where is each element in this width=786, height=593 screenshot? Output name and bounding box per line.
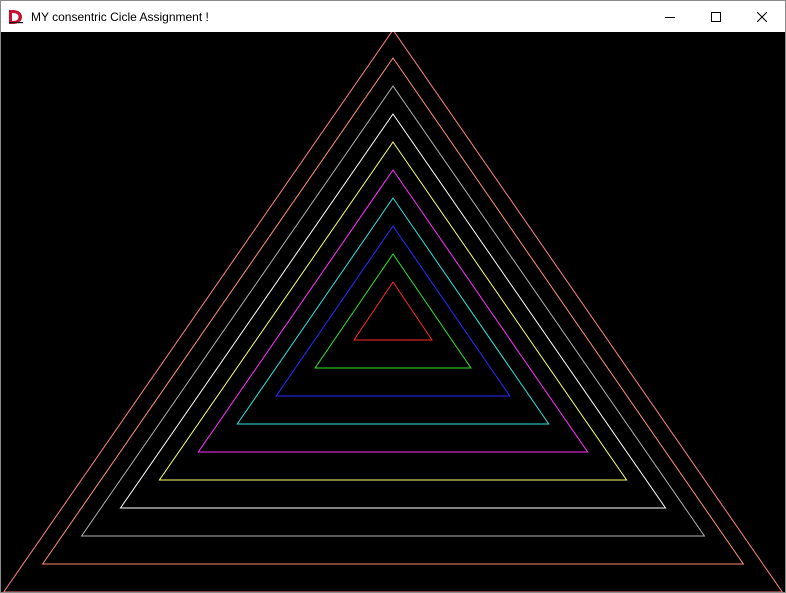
triangle-2 — [314, 253, 472, 369]
minimize-button[interactable] — [647, 1, 693, 32]
maximize-icon — [711, 11, 721, 22]
app-logo-icon[interactable] — [8, 9, 24, 25]
triangle-3 — [275, 225, 511, 397]
maximize-button[interactable] — [693, 1, 739, 32]
triangle-8 — [80, 85, 706, 537]
triangle-6 — [158, 141, 628, 481]
concentric-triangles — [3, 32, 783, 592]
minimize-icon — [665, 16, 675, 18]
close-icon — [757, 11, 767, 22]
triangle-4 — [236, 197, 550, 425]
triangle-1 — [353, 281, 433, 341]
title-bar[interactable]: MY consentric Cicle Assignment ! — [1, 1, 785, 32]
close-button[interactable] — [739, 1, 785, 32]
triangle-7 — [119, 113, 667, 509]
window-title: MY consentric Cicle Assignment ! — [31, 9, 209, 24]
app-window: MY consentric Cicle Assignment ! — [0, 0, 786, 593]
triangle-9 — [41, 57, 745, 565]
drawing-canvas — [1, 32, 785, 592]
window-controls — [647, 1, 785, 32]
